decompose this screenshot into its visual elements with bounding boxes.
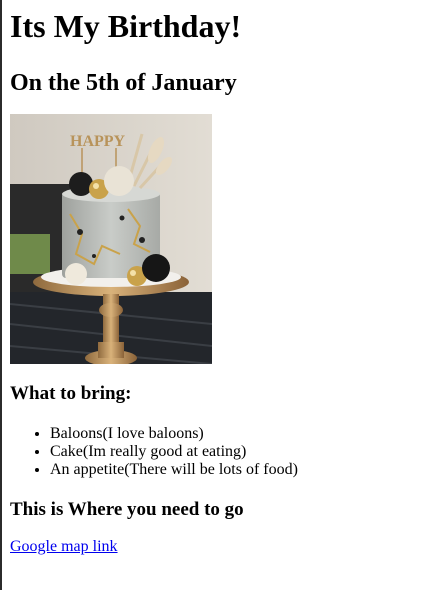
page-title: Its My Birthday! <box>10 8 242 44</box>
page-content: Its My Birthday! On the 5th of January H… <box>10 0 440 556</box>
window-left-border <box>0 0 2 590</box>
cake-image: HAPPY <box>10 114 212 364</box>
cake-topper-text: HAPPY <box>70 133 126 150</box>
bring-list: Baloons(I love baloons) Cake(Im really g… <box>10 425 440 479</box>
bring-heading: What to bring: <box>10 383 132 404</box>
page-subtitle: On the 5th of January <box>10 70 237 96</box>
directions-heading: This is Where you need to go <box>10 499 244 520</box>
list-item: Cake(Im really good at eating) <box>50 443 440 461</box>
google-map-link[interactable]: Google map link <box>10 538 118 556</box>
list-item: Baloons(I love baloons) <box>50 425 440 443</box>
list-item: An appetite(There will be lots of food) <box>50 461 440 479</box>
